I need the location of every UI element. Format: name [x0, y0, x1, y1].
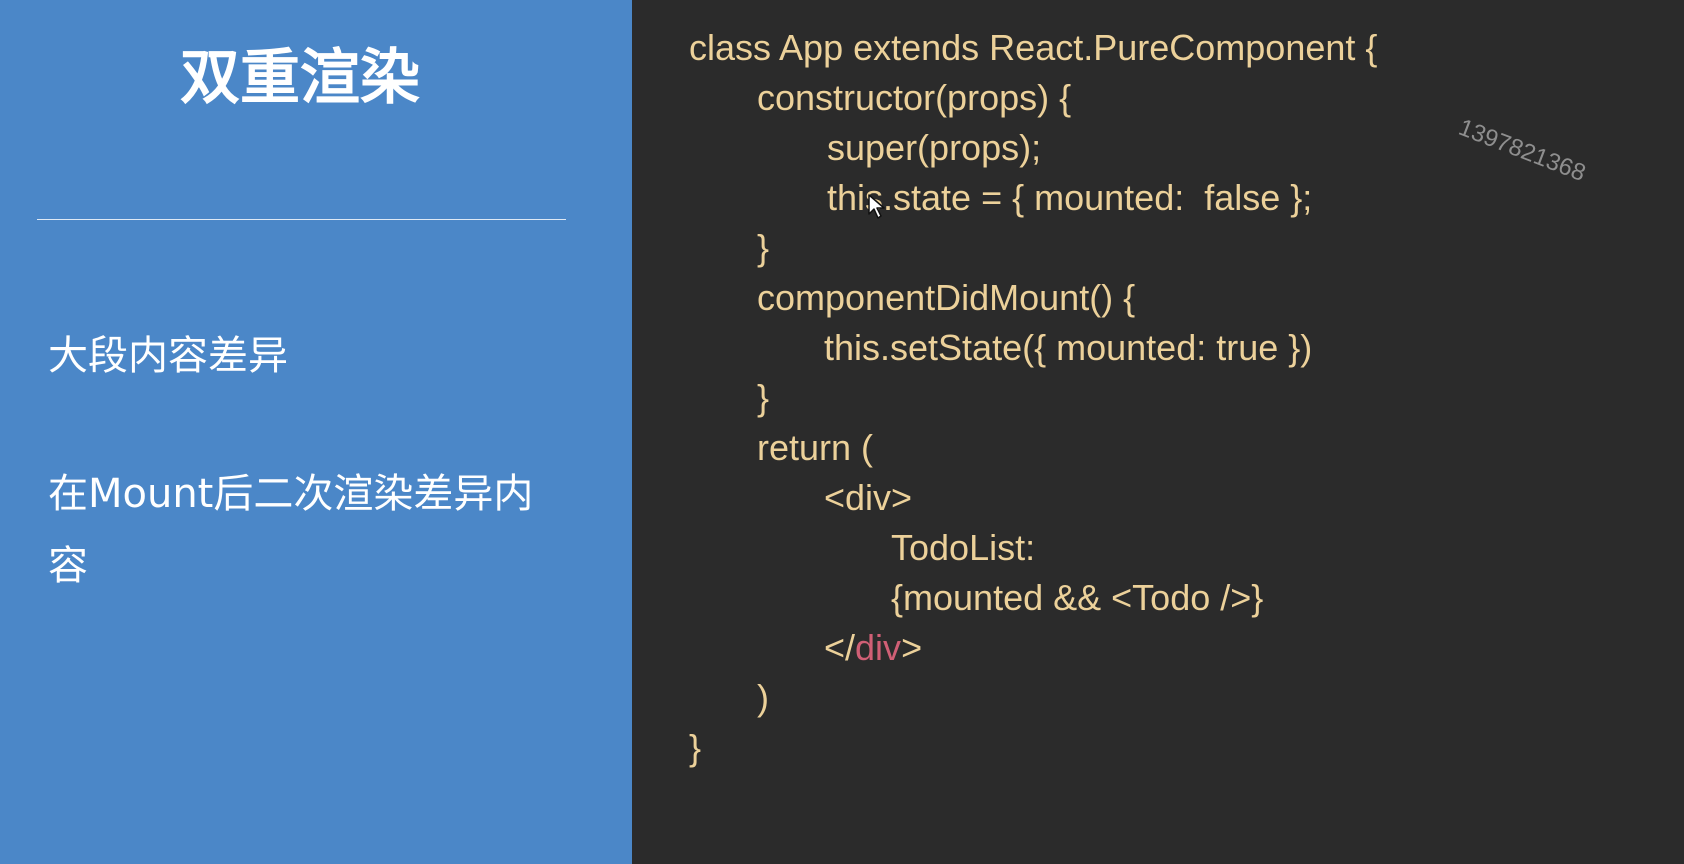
code-panel: class App extends React.PureComponent { …	[632, 0, 1684, 864]
closing-tag-prefix: </	[824, 627, 856, 668]
code-line-todolist-label: TodoList:	[891, 527, 1036, 568]
code-line-class-close: }	[689, 727, 702, 768]
code-line-return: return (	[757, 427, 874, 468]
bullet-item-large-content-diff: 大段内容差异	[48, 333, 288, 379]
code-line-class-declaration: class App extends React.PureComponent {	[689, 27, 1378, 68]
code-line-state-init: this.state = { mounted: false };	[827, 177, 1313, 218]
slide-sidebar: 双重渲染 大段内容差异 在Mount后二次渲染差异内容	[0, 0, 632, 864]
code-line-constructor-close: }	[757, 227, 770, 268]
code-line-component-did-mount: componentDidMount() {	[757, 277, 1136, 318]
slide-title: 双重渲染	[180, 43, 420, 113]
title-divider	[37, 219, 566, 220]
code-line-return-close: )	[757, 677, 769, 718]
closing-tag-suffix: >	[901, 627, 923, 668]
code-line-super-call: super(props);	[827, 127, 1042, 168]
code-line-conditional-todo: {mounted && <Todo />}	[891, 577, 1264, 618]
code-line-constructor: constructor(props) {	[757, 77, 1072, 118]
code-line-set-state: this.setState({ mounted: true })	[824, 327, 1313, 368]
code-line-div-open: <div>	[824, 477, 913, 518]
closing-tag-name: div	[855, 627, 902, 668]
code-line-div-close: </div>	[824, 623, 922, 673]
code-line-mount-close: }	[757, 377, 770, 418]
mouse-pointer-icon	[868, 194, 885, 219]
presentation-slide: 双重渲染 大段内容差异 在Mount后二次渲染差异内容 class App ex…	[0, 0, 1684, 864]
bullet-item-render-after-mount: 在Mount后二次渲染差异内容	[48, 471, 534, 589]
